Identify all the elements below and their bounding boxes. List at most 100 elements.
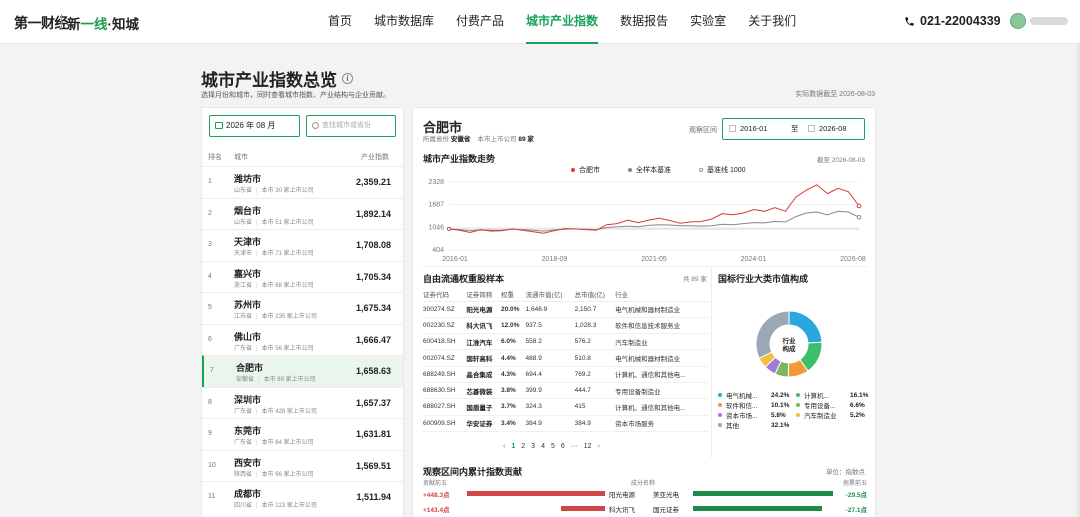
ranking-row[interactable]: 2 烟台市 山东省 | 本市 51 家上市公司 1,892.14 (202, 197, 403, 230)
legend-item[interactable]: 电气机械... (718, 390, 757, 400)
contrib-title: 观察区间内累计指数贡献 (423, 467, 523, 477)
legend-item[interactable]: 软件和信... (718, 400, 757, 410)
logo-yicai[interactable]: 第一财经 (14, 13, 69, 33)
user-name-blurred[interactable] (1030, 17, 1068, 25)
legend-label: 电气机械... (726, 393, 758, 400)
table-row[interactable]: 300274.SZ 阳光电源 20.0% 1,646.9 2,150.7 电气机械和器材制… (423, 301, 709, 318)
city-sub: 江苏省 | 本市 235 家上市公司 (234, 311, 317, 320)
stocks-col-head: 证券代码 (423, 287, 467, 302)
table-cell: 3.4% (500, 415, 526, 432)
contrib-row[interactable]: +143.4点 科大讯飞 国元证券 -27.1点 (423, 504, 867, 516)
logo-zhicheng[interactable]: 新一线·知城 (67, 13, 139, 33)
table-row[interactable]: 600418.SH 江淮汽车 6.0% 558.2 576.2 汽车制造业 (423, 333, 709, 351)
page-button[interactable]: 3 (531, 443, 535, 450)
legend-item[interactable]: 专用设备... (796, 400, 835, 410)
avatar[interactable] (1010, 13, 1026, 29)
series-end-point (856, 203, 862, 209)
city-name: 嘉兴市 (234, 268, 262, 279)
ranking-row[interactable]: 5 苏州市 江苏省 | 本市 235 家上市公司 1,675.34 (202, 292, 403, 324)
city-name: 东莞市 (234, 426, 262, 436)
table-row[interactable]: 002074.SZ 国轩高科 4.4% 488.9 510.8 电气机械和器材制造业 (423, 349, 709, 367)
legend-label: 计算机... (804, 393, 829, 400)
range-start[interactable]: 2016-01 (740, 119, 768, 139)
table-cell: 晶合集成 (466, 366, 501, 383)
page-button[interactable]: 12 (584, 443, 592, 450)
nav-link-7[interactable]: 关于我们 (738, 0, 806, 44)
ranking-row[interactable]: 10 西安市 陕西省 | 本市 66 家上市公司 1,569.51 (202, 449, 403, 482)
page-button[interactable]: 2 (521, 443, 525, 450)
ranking-row[interactable]: 3 天津市 天津市 | 本市 71 家上市公司 1,708.08 (202, 229, 403, 261)
legend-item[interactable]: 资本市场... (718, 410, 757, 420)
nav-link-5[interactable]: 数据报告 (610, 0, 678, 44)
legend-label: 其他 (726, 423, 739, 430)
city-sub: 广东省 | 本市 64 家上市公司 (234, 437, 314, 446)
series-line-benchmark (448, 210, 860, 232)
company-count: 本市 64 家上市公司 (261, 440, 314, 446)
index-value: 1,658.63 (355, 366, 391, 376)
city-search-input[interactable]: 查找城市或省份 (306, 115, 396, 137)
ranking-row[interactable]: 4 嘉兴市 浙江省 | 本市 68 家上市公司 1,705.34 (202, 260, 403, 293)
rank-number: 1 (208, 178, 212, 185)
info-icon[interactable]: i (342, 73, 353, 84)
ranking-row[interactable]: 7 合肥市 安徽省 | 本市 89 家上市公司 1,658.63 (202, 355, 403, 387)
x-tick-label: 2026-08 (840, 256, 866, 263)
table-row[interactable]: 600909.SH 华安证券 3.4% 384.9 384.9 资本市场服务 (423, 415, 709, 432)
index-value: 1,708.08 (355, 240, 391, 250)
ranking-row[interactable]: 6 佛山市 广东省 | 本市 56 家上市公司 1,666.47 (202, 323, 403, 356)
table-row[interactable]: 688027.SH 国盾量子 3.7% 324.3 415 计算机、通信和其他电... (423, 398, 709, 416)
legend-dot-icon (718, 403, 722, 407)
ranking-row[interactable]: 11 成都市 四川省 | 本市 123 家上市公司 1,511.94 (202, 481, 403, 513)
legend-label: 资本市场... (726, 413, 758, 420)
company-count: 本市 71 家上市公司 (261, 251, 314, 257)
sep: | (256, 219, 258, 226)
page-button[interactable]: ··· (571, 443, 578, 450)
table-cell: 694.4 (525, 366, 575, 383)
table-cell: 1,028.3 (574, 317, 616, 335)
legend-label: 软件和信... (726, 403, 758, 410)
contrib-right-head: 拖累前五 (842, 481, 867, 487)
nav-link-3[interactable]: 付费产品 (446, 0, 514, 44)
legend-pct: 16.1% (850, 391, 869, 399)
table-cell: 769.2 (574, 366, 616, 383)
legend-item[interactable]: 计算机... (796, 390, 829, 400)
next-page-button[interactable]: › (598, 443, 600, 450)
ranking-row[interactable]: 9 东莞市 广东省 | 本市 64 家上市公司 1,631.81 (202, 418, 403, 450)
legend-pct: 32.1% (771, 421, 790, 429)
city-name: 潍坊市 (234, 174, 262, 184)
index-value: 1,892.14 (355, 208, 391, 219)
contrib-neg-value: -29.5点 (845, 492, 867, 499)
nav-link-4[interactable]: 城市产业指数 (516, 0, 608, 44)
ranking-row[interactable]: 1 潍坊市 山东省 | 本市 30 家上市公司 2,359.21 (202, 166, 403, 198)
prev-page-button[interactable]: ‹ (503, 443, 505, 450)
legend-row: 资本市场... 5.8% 汽车制造业 5.2% (718, 410, 868, 420)
month-picker[interactable]: 2026 年 08 月 (209, 115, 300, 137)
legend-item[interactable]: 其他 (718, 420, 739, 430)
sep: | (256, 345, 258, 352)
contrib-neg-name: 国元证券 (653, 507, 679, 514)
nav-link-6[interactable]: 实验室 (680, 0, 736, 44)
stocks-col-head: 权重 (500, 287, 526, 302)
table-row[interactable]: 688249.SH 晶合集成 4.3% 694.4 769.2 计算机、通信和其他电... (423, 366, 709, 383)
page-button[interactable]: 6 (561, 443, 565, 450)
nav-link-1[interactable]: 首页 (318, 0, 362, 44)
date-range-picker[interactable]: 2016-01 至 2026-08 (722, 118, 865, 140)
nav-link-2[interactable]: 城市数据库 (364, 0, 444, 44)
contrib-pos-bar (467, 491, 605, 496)
table-row[interactable]: 002230.SZ 科大讯飞 12.0% 937.5 1,028.3 软件和信息技术服务业 (423, 317, 709, 335)
legend-label: 汽车制造业 (804, 413, 837, 420)
page-button[interactable]: 5 (551, 443, 555, 450)
table-cell: 2,150.7 (574, 301, 616, 318)
legend-dot-icon (796, 403, 800, 407)
contrib-row[interactable]: +448.3点 阳光电源 美亚光电 -29.5点 (423, 489, 867, 501)
range-end[interactable]: 2026-08 (819, 119, 847, 139)
table-cell: 12.0% (500, 317, 526, 335)
legend-item[interactable]: 汽车制造业 (796, 410, 837, 420)
page-button[interactable]: 4 (541, 443, 545, 450)
contrib-pos-value: +143.4点 (423, 507, 450, 514)
rank-number: 10 (208, 461, 216, 469)
legend-dot-icon (571, 168, 575, 172)
ranking-row[interactable]: 8 深圳市 广东省 | 本市 428 家上市公司 1,657.37 (202, 386, 403, 419)
city-sub: 安徽省 | 本市 89 家上市公司 (236, 374, 316, 383)
page-button[interactable]: 1 (511, 443, 515, 450)
table-row[interactable]: 688630.SH 芯碁微装 3.8% 399.9 444.7 专用设备制造业 (423, 382, 709, 400)
